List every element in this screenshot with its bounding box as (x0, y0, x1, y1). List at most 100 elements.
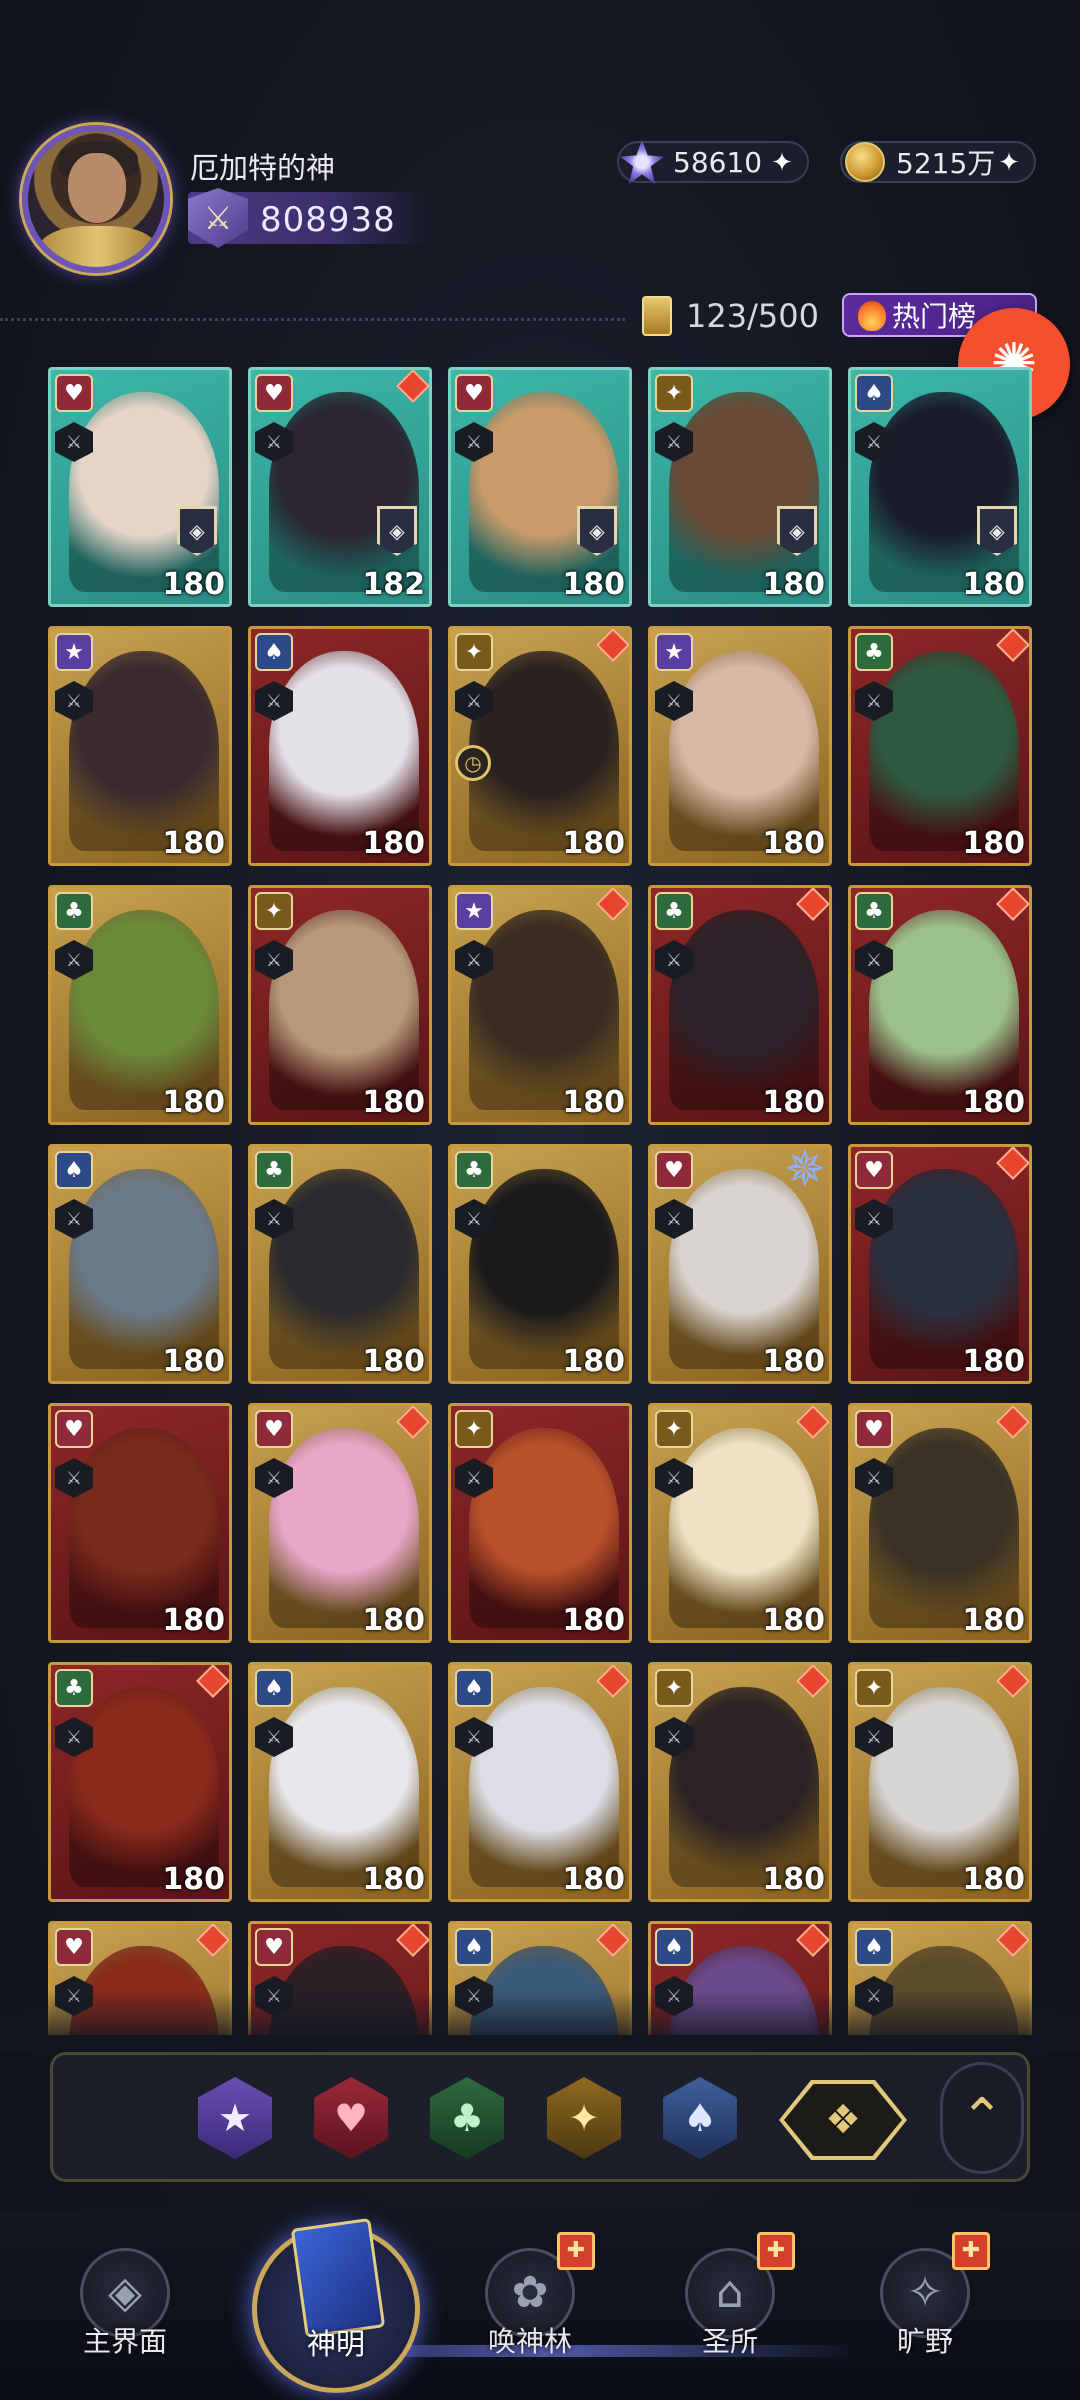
player-name: 厄加特的神 (190, 151, 336, 185)
divider (0, 318, 625, 321)
card-portrait (869, 651, 1019, 851)
god-card[interactable]: ✦ ⚔ 180 (648, 1403, 832, 1643)
collapse-up-icon[interactable]: ⌃ (940, 2062, 1024, 2174)
god-card[interactable]: ♣ ⚔ 180 (648, 885, 832, 1125)
red-diamond-icon (596, 888, 629, 921)
gem-icon (615, 135, 669, 189)
red-diamond-icon (796, 1924, 829, 1957)
red-diamond-icon (796, 1406, 829, 1439)
god-card[interactable]: ♣ ⚔ 180 (48, 1662, 232, 1902)
suit-icon: ♥ (655, 1151, 693, 1189)
suit-icon: ♥ (55, 374, 93, 412)
add-gems-icon[interactable]: ✦ (767, 148, 797, 178)
card-portrait (669, 1428, 819, 1628)
god-card[interactable]: ♥ ⚔ 180 (848, 1144, 1032, 1384)
card-level: 180 (362, 826, 425, 861)
suit-icon: ✦ (255, 892, 293, 930)
card-level: 180 (962, 1344, 1025, 1379)
god-card[interactable]: ♥ ⚔ 180 (248, 1403, 432, 1643)
suit-icon: ★ (455, 892, 493, 930)
power-value: 808938 (260, 200, 396, 240)
suit-icon: ♣ (255, 1151, 293, 1189)
god-card[interactable]: ✦ ⚔ 180 (448, 1403, 632, 1643)
suit-icon: ♣ (855, 892, 893, 930)
god-card[interactable]: ♥ ⚔ ✵ 180 (648, 1144, 832, 1384)
card-portrait (69, 1169, 219, 1369)
god-card[interactable]: ★ ⚔ 180 (48, 626, 232, 866)
red-diamond-icon (596, 1924, 629, 1957)
grid-fade (0, 1990, 1080, 2050)
suit-icon: ♣ (455, 1151, 493, 1189)
god-card[interactable]: ♥ ⚔ ◈ 180 (48, 367, 232, 607)
card-portrait (869, 1169, 1019, 1369)
all-cards-icon: ❖ (784, 2084, 902, 2156)
god-card[interactable]: ✦ ⚔ 180 (648, 1662, 832, 1902)
red-diamond-icon (996, 1665, 1029, 1698)
card-level: 180 (162, 1603, 225, 1638)
card-portrait (469, 1428, 619, 1628)
suit-icon: ✦ (655, 1669, 693, 1707)
god-card[interactable]: ♥ ⚔ 180 (48, 1403, 232, 1643)
card-portrait (869, 392, 1019, 592)
suit-icon: ♥ (55, 1410, 93, 1448)
nav-summon-label: 唤神林 (487, 2325, 572, 2358)
god-card[interactable]: ✦ ⚔ ◷ 180 (448, 626, 632, 866)
nav-sanctum[interactable]: ⌂ ✚ 圣所 (645, 2232, 815, 2388)
god-card[interactable]: ✦ ⚔ ◈ 180 (648, 367, 832, 607)
red-diamond-icon (796, 1665, 829, 1698)
card-portrait (869, 910, 1019, 1110)
god-card[interactable]: ♠ ⚔ ◈ 180 (848, 367, 1032, 607)
suit-icon: ♣ (55, 892, 93, 930)
god-card[interactable]: ♣ ⚔ 180 (248, 1144, 432, 1384)
gift-icon: ✚ (557, 2232, 595, 2270)
card-level: 180 (562, 826, 625, 861)
god-card[interactable]: ✦ ⚔ 180 (248, 885, 432, 1125)
suit-icon: ♠ (255, 633, 293, 671)
card-level: 182 (362, 567, 425, 602)
red-diamond-icon (996, 888, 1029, 921)
suit-icon: ♠ (655, 1928, 693, 1966)
card-level: 180 (162, 1344, 225, 1379)
nav-main[interactable]: ◈ 主界面 (40, 2238, 210, 2388)
god-card[interactable]: ★ ⚔ 180 (448, 885, 632, 1125)
card-portrait (69, 910, 219, 1110)
god-card[interactable]: ★ ⚔ 180 (648, 626, 832, 866)
hot-ranking-label: 热门榜 (892, 300, 977, 333)
god-card[interactable]: ✦ ⚔ 180 (848, 1662, 1032, 1902)
red-diamond-icon (596, 1665, 629, 1698)
god-card[interactable]: ♥ ⚔ ◈ 180 (448, 367, 632, 607)
red-diamond-icon (396, 1406, 429, 1439)
god-card-grid: ♥ ⚔ ◈ 180 ♥ ⚔ ◈ 182 ♥ ⚔ ◈ 180 ✦ ⚔ ◈ 180 ♠ ⚔ ◈ 180 ★ ⚔ 180 ♠ ⚔ 180… (48, 367, 1032, 2035)
gold-coin-icon (838, 135, 892, 189)
nav-gods[interactable]: 神明 (252, 2215, 420, 2393)
card-level: 180 (362, 1862, 425, 1897)
gem-counter[interactable]: 58610 ✦ (617, 140, 809, 184)
god-card[interactable]: ♣ ⚔ 180 (48, 885, 232, 1125)
card-level: 180 (762, 826, 825, 861)
god-card[interactable]: ♣ ⚔ 180 (848, 885, 1032, 1125)
gift-icon: ✚ (952, 2232, 990, 2270)
card-portrait (669, 1687, 819, 1887)
nav-summon[interactable]: ✿ ✚ 唤神林 (445, 2232, 615, 2388)
gold-counter[interactable]: 5215万 ✦ (840, 141, 1036, 183)
god-card[interactable]: ♠ ⚔ 180 (248, 1662, 432, 1902)
card-level: 180 (962, 567, 1025, 602)
god-card[interactable]: ♥ ⚔ 180 (848, 1403, 1032, 1643)
god-card[interactable]: ♣ ⚔ 180 (848, 626, 1032, 866)
card-level: 180 (562, 1344, 625, 1379)
red-diamond-icon (196, 1665, 229, 1698)
add-gold-icon[interactable]: ✦ (994, 148, 1024, 178)
god-card[interactable]: ♠ ⚔ 180 (248, 626, 432, 866)
god-card[interactable]: ♠ ⚔ 180 (448, 1662, 632, 1902)
suit-icon: ♥ (255, 374, 293, 412)
suit-icon: ♥ (255, 1410, 293, 1448)
god-card[interactable]: ♣ ⚔ 180 (448, 1144, 632, 1384)
god-card[interactable]: ♠ ⚔ 180 (48, 1144, 232, 1384)
card-portrait (469, 1687, 619, 1887)
god-card[interactable]: ♥ ⚔ ◈ 182 (248, 367, 432, 607)
card-level: 180 (962, 1603, 1025, 1638)
player-avatar[interactable] (22, 125, 170, 273)
red-diamond-icon (396, 1924, 429, 1957)
card-level: 180 (762, 1344, 825, 1379)
nav-wild[interactable]: ✧ ✚ 旷野 (840, 2232, 1010, 2388)
